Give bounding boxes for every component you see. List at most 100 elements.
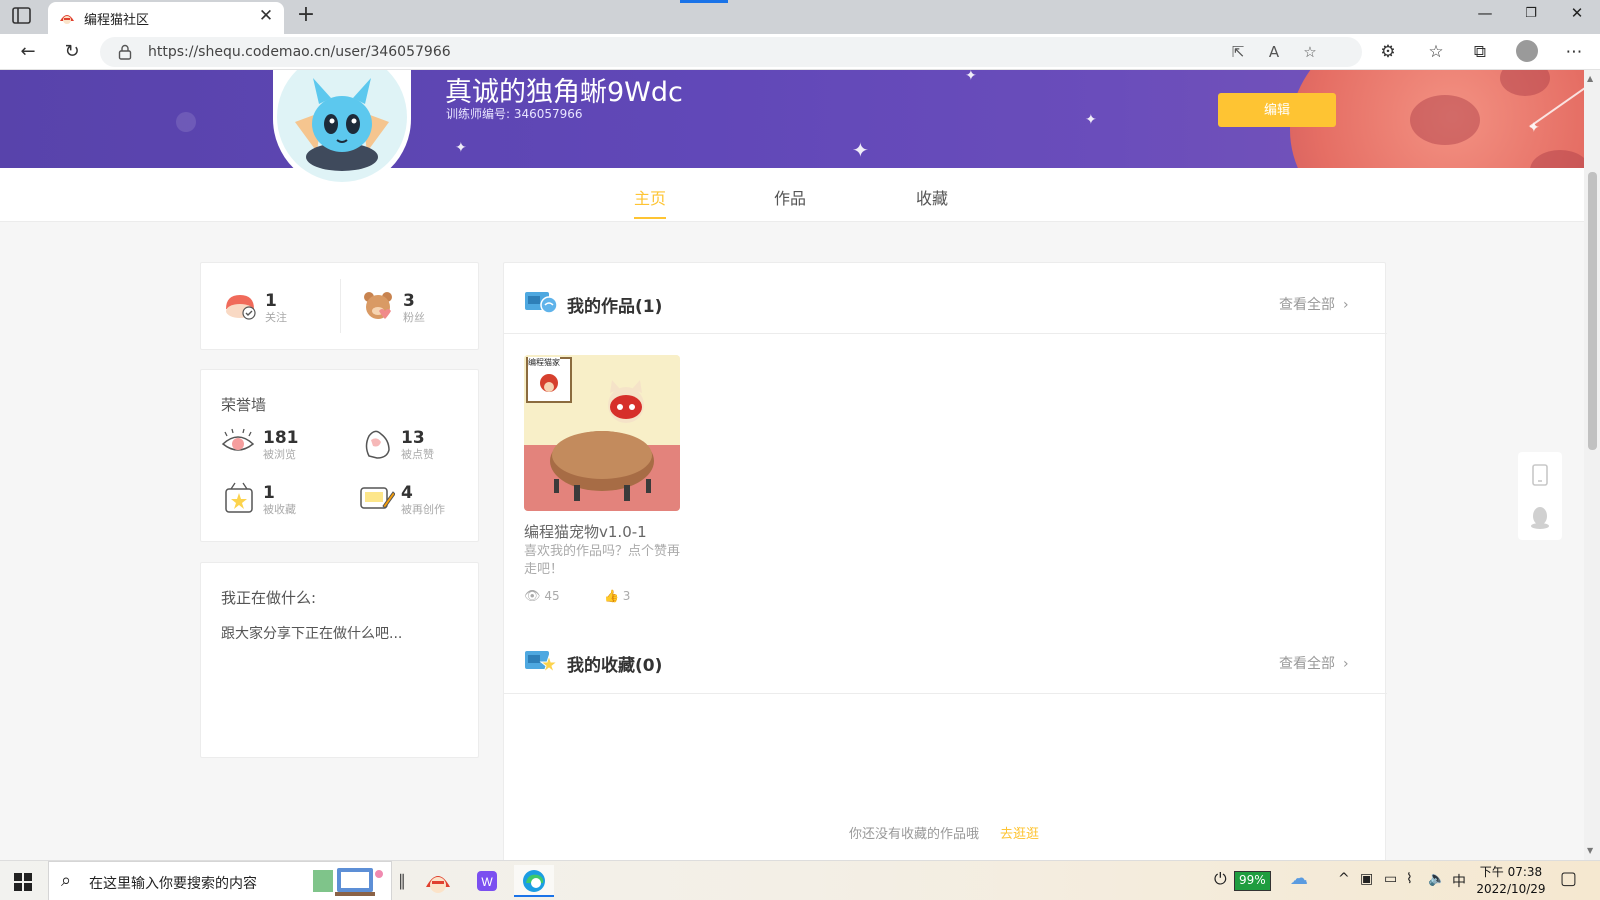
work-title[interactable]: 编程猫宠物v1.0-1 [524, 521, 647, 542]
mobile-phone-icon[interactable] [1531, 464, 1549, 486]
search-placeholder: 在这里输入你要搜索的内容 [89, 876, 257, 892]
user-avatar[interactable] [273, 70, 411, 188]
chevron-up-icon[interactable]: ^ [1338, 871, 1350, 887]
favorites-icon[interactable]: ☆ [1424, 40, 1448, 64]
codemao-app-icon[interactable] [418, 865, 458, 897]
collected-label: 被收藏 [263, 503, 296, 516]
username: 真诚的独角蜥9Wdc [445, 77, 683, 108]
read-aloud-icon[interactable]: A [1264, 43, 1284, 61]
eye-icon: 👁 [524, 589, 541, 604]
active-tab-underline [634, 217, 666, 219]
status-card: 我正在做什么: 跟大家分享下正在做什么吧... [200, 562, 479, 758]
battery-indicator[interactable]: 99% [1234, 871, 1271, 891]
empty-collections-text: 你还没有收藏的作品哦 [849, 827, 980, 842]
search-highlight-icon [311, 864, 387, 898]
page-scrollbar[interactable]: ▲ ▼ [1584, 70, 1600, 860]
collections-icon[interactable]: ⧉ [1468, 40, 1492, 64]
scroll-thumb[interactable] [1588, 172, 1597, 450]
likes-count: 13 [401, 428, 425, 448]
tab-home[interactable]: 主页 [634, 185, 666, 209]
search-icon: ⌕ [61, 870, 72, 891]
browser-tab-active[interactable]: 编程猫社区 ✕ [48, 2, 284, 34]
refresh-icon[interactable]: ↻ [60, 40, 84, 64]
thumb-label: 编程猫家 [528, 357, 560, 368]
close-window-icon[interactable]: ✕ [1554, 4, 1600, 22]
tab-collections[interactable]: 收藏 [916, 185, 948, 209]
extensions-icon[interactable]: ⚙ [1376, 40, 1400, 64]
tab-title: 编程猫社区 [84, 13, 150, 28]
taskbar-search[interactable]: ⌕ 在这里输入你要搜索的内容 [48, 861, 392, 900]
more-menu-icon[interactable]: ⋯ [1562, 40, 1586, 64]
clock[interactable]: 下午 07:38 2022/10/29 [1476, 864, 1546, 898]
url-field[interactable]: https://shequ.codemao.cn/user/346057966 … [100, 37, 1362, 67]
battery-icon[interactable]: ▭ [1384, 871, 1397, 887]
profile-avatar-icon[interactable] [1516, 40, 1538, 62]
clock-time: 下午 07:38 [1479, 865, 1543, 879]
work-views: 👁 45 [524, 589, 560, 604]
work-thumbnail[interactable]: 编程猫家 [524, 355, 680, 511]
task-view-icon[interactable]: ∥ [398, 871, 406, 890]
browse-link[interactable]: 去逛逛 [1000, 823, 1039, 842]
chevron-right-icon: › [1343, 297, 1349, 313]
notifications-icon[interactable]: ▢ [1560, 868, 1577, 889]
windows-start-icon[interactable] [14, 873, 32, 891]
my-collections-title: 我的收藏(0) [567, 656, 663, 676]
qq-penguin-icon[interactable] [1530, 506, 1550, 530]
like-icon [361, 426, 395, 460]
divider [340, 279, 341, 333]
close-tab-icon[interactable]: ✕ [256, 6, 276, 26]
trainer-id: 训练师编号: 346057966 [446, 107, 583, 121]
tab-indicator [680, 0, 728, 3]
chevron-right-icon: › [1343, 656, 1349, 672]
edge-app-icon[interactable] [514, 865, 554, 897]
restore-icon[interactable]: ❐ [1508, 6, 1554, 21]
star-decoration: ✦ [1085, 112, 1097, 128]
new-tab-button[interactable]: + [294, 2, 318, 27]
add-favorite-icon[interactable]: ☆ [1300, 43, 1320, 61]
power-plug-icon[interactable]: ⏻ [1214, 869, 1227, 889]
collections-see-all-link[interactable]: 查看全部 › [1279, 653, 1349, 673]
wps-app-icon[interactable]: W [466, 865, 506, 897]
fans-label[interactable]: 粉丝 [403, 309, 425, 325]
fans-count[interactable]: 3 [403, 291, 415, 311]
thumb-up-icon: 👍 [604, 589, 619, 603]
scroll-up-icon[interactable]: ▲ [1587, 74, 1593, 83]
edit-profile-button[interactable]: 编辑 [1218, 93, 1336, 127]
network-icon[interactable]: ▣ [1360, 871, 1373, 887]
ime-indicator[interactable]: 中 [1452, 871, 1466, 891]
floating-sidebar [1518, 452, 1562, 540]
profile-banner: ✦ ✦ ✦ ✦ ✦ 真诚的独角蜥9Wdc 训练师编号: 346057966 编辑 [0, 70, 1584, 168]
following-label[interactable]: 关注 [265, 309, 287, 325]
fans-icon [361, 289, 395, 321]
honor-wall-card: 荣誉墙 181 被浏览 13 被点赞 1 被收藏 4 被再创作 [200, 369, 479, 542]
follow-icon [223, 289, 257, 321]
divider [504, 693, 1387, 694]
work-likes: 👍 3 [604, 589, 630, 603]
tab-actions-icon[interactable] [12, 7, 34, 27]
remix-label: 被再创作 [401, 503, 445, 516]
page-content: ✦ ✦ ✦ ✦ ✦ 真诚的独角蜥9Wdc 训练师编号: 346057966 编辑 [0, 70, 1584, 860]
open-in-app-icon[interactable]: ⇱ [1228, 43, 1248, 61]
following-count[interactable]: 1 [265, 291, 277, 311]
clock-date: 2022/10/29 [1476, 882, 1546, 896]
my-works-title: 我的作品(1) [567, 297, 663, 317]
works-see-all-link[interactable]: 查看全部 › [1279, 294, 1349, 314]
tab-works[interactable]: 作品 [774, 185, 806, 209]
views-label: 被浏览 [263, 448, 296, 461]
volume-icon[interactable]: 🔈 [1428, 871, 1445, 887]
views-count: 181 [263, 428, 299, 448]
windows-taskbar: ⌕ 在这里输入你要搜索的内容 ∥ W ⏻ 99% ☁ ^ ▣ ▭ ⌇ 🔈 中 下… [0, 860, 1600, 900]
main-content-card: 我的作品(1) 查看全部 › 编程猫家 编程猫宠物v1.0-1 喜欢我的作品吗？… [503, 262, 1387, 860]
back-arrow-icon[interactable]: ← [16, 40, 40, 64]
wifi-icon[interactable]: ⌇ [1406, 871, 1413, 887]
scroll-down-icon[interactable]: ▼ [1587, 846, 1593, 855]
see-all-label: 查看全部 [1279, 297, 1335, 313]
collected-count: 1 [263, 483, 275, 503]
cloud-weather-icon[interactable]: ☁ [1290, 868, 1308, 889]
divider [504, 333, 1387, 334]
collections-folder-icon [524, 647, 559, 675]
status-text[interactable]: 跟大家分享下正在做什么吧... [221, 623, 402, 643]
star-decoration: ✦ [455, 140, 467, 156]
minimize-icon[interactable]: — [1462, 4, 1508, 22]
see-all-label: 查看全部 [1279, 656, 1335, 672]
